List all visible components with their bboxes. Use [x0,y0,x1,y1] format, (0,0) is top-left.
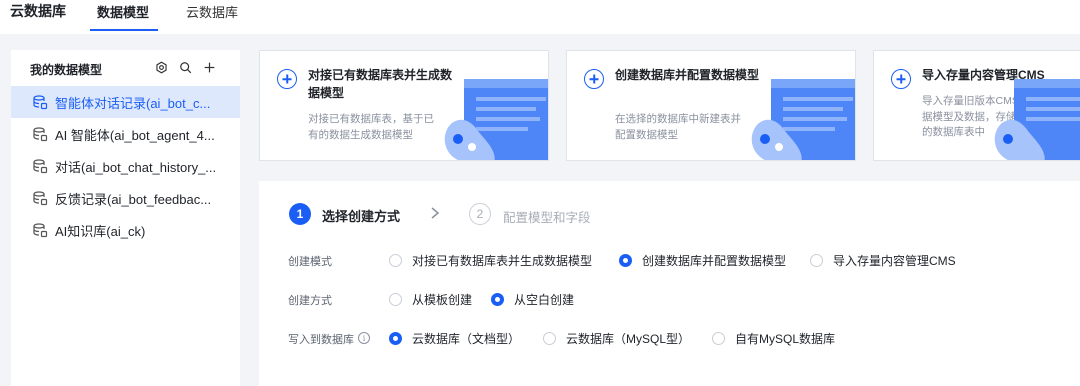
radio-circle [810,254,823,267]
sidebar-header: 我的数据模型 [11,50,240,86]
database-illustration-icon [444,79,548,160]
sidebar-item-label: AI知识库(ai_ck) [55,223,146,239]
radio-circle [389,254,402,267]
add-circle-icon [584,69,604,89]
step-2-label: 配置模型和字段 [503,211,591,225]
card-title: 对接已有数据库表并生成数据模型 [308,68,453,100]
database-icon [33,95,48,110]
plus-icon[interactable] [202,60,216,74]
active-tab-indicator [90,29,158,31]
create-method-label: 创建方式 [288,295,332,307]
radio-circle [491,293,504,306]
sidebar: 我的数据模型 智能体对话记录(ai_bot_c... AI 智能体(ai_bot… [11,50,240,386]
radio-label: 创建数据库并配置数据模型 [642,254,787,268]
sidebar-item-model[interactable]: 反馈记录(ai_bot_feedbac... [11,182,240,214]
radio-circle [712,332,725,345]
sidebar-item-label: AI 智能体(ai_bot_agent_4... [55,127,215,143]
database-illustration-icon [994,79,1080,160]
step-1-number: 1 [289,203,311,225]
radio-label: 对接已有数据库表并生成数据模型 [412,254,593,268]
radio-label: 从空白创建 [514,293,575,307]
database-illustration-icon [751,79,855,160]
card-create-database[interactable]: 创建数据库并配置数据模型 在选择的数据库中新建表并配置数据模型 [566,50,856,161]
radio-label: 自有MySQL数据库 [735,332,836,346]
radio-circle [389,293,402,306]
sidebar-item-model[interactable]: 智能体对话记录(ai_bot_c... [11,86,240,118]
card-import-cms[interactable]: 导入存量内容管理CMS 导入存量旧版本CMS中的数据模型及数据，存储到指定的数据… [873,50,1080,161]
radio-mode-import-cms[interactable]: 导入存量内容管理CMS [810,252,956,269]
radio-mode-connect-existing[interactable]: 对接已有数据库表并生成数据模型 [389,252,592,269]
chevron-right-icon [431,207,440,219]
tab-cloud-database[interactable]: 云数据库 [186,2,238,21]
search-icon[interactable] [178,60,192,74]
radio-circle [389,332,402,345]
radio-label: 云数据库（MySQL型） [566,332,691,346]
database-icon [33,191,48,206]
radio-mode-create-database[interactable]: 创建数据库并配置数据模型 [619,252,786,269]
radio-circle [619,254,632,267]
tab-data-model[interactable]: 数据模型 [97,2,149,21]
create-mode-label: 创建模式 [288,256,332,268]
radio-circle [543,332,556,345]
sidebar-item-model[interactable]: AI 智能体(ai_bot_agent_4... [11,118,240,150]
radio-label: 从模板创建 [412,293,473,307]
database-icon [33,127,48,142]
step-1-label: 选择创建方式 [322,209,401,224]
step-2-number: 2 [469,203,491,225]
top-bar: 云数据库 数据模型 云数据库 [0,0,1080,34]
radio-method-from-template[interactable]: 从模板创建 [389,291,472,308]
sidebar-item-model[interactable]: 对话(ai_bot_chat_history_... [11,150,240,182]
app-title: 云数据库 [10,3,66,19]
info-icon[interactable]: i [358,332,370,344]
sidebar-item-label: 反馈记录(ai_bot_feedbac... [55,191,212,207]
sidebar-item-label: 智能体对话记录(ai_bot_c... [55,95,211,111]
sidebar-title: 我的数据模型 [30,63,103,77]
radio-label: 云数据库（文档型） [412,332,521,346]
target-database-label: 写入到数据库 [288,334,354,346]
database-icon [33,223,48,238]
card-description: 对接已有数据库表，基于已有的数据生成数据模型 [308,113,434,141]
radio-target-document-db[interactable]: 云数据库（文档型） [389,330,520,347]
card-description: 在选择的数据库中新建表并配置数据模型 [615,113,741,141]
add-circle-icon [277,69,297,89]
radio-method-from-blank[interactable]: 从空白创建 [491,291,574,308]
database-icon [33,159,48,174]
model-list: 智能体对话记录(ai_bot_c... AI 智能体(ai_bot_agent_… [11,86,240,246]
card-title: 创建数据库并配置数据模型 [615,68,760,82]
radio-label: 导入存量内容管理CMS [833,254,956,268]
card-connect-existing-table[interactable]: 对接已有数据库表并生成数据模型 对接已有数据库表，基于已有的数据生成数据模型 [259,50,549,161]
sidebar-item-label: 对话(ai_bot_chat_history_... [55,159,217,175]
create-model-panel: 1 选择创建方式 2 配置模型和字段 创建模式 对接已有数据库表并生成数据模型 … [259,181,1080,386]
add-circle-icon [891,69,911,89]
settings-icon[interactable] [154,60,168,74]
radio-target-mysql-db[interactable]: 云数据库（MySQL型） [543,330,690,347]
sidebar-item-model[interactable]: AI知识库(ai_ck) [11,214,240,246]
radio-target-own-mysql[interactable]: 自有MySQL数据库 [712,330,835,347]
